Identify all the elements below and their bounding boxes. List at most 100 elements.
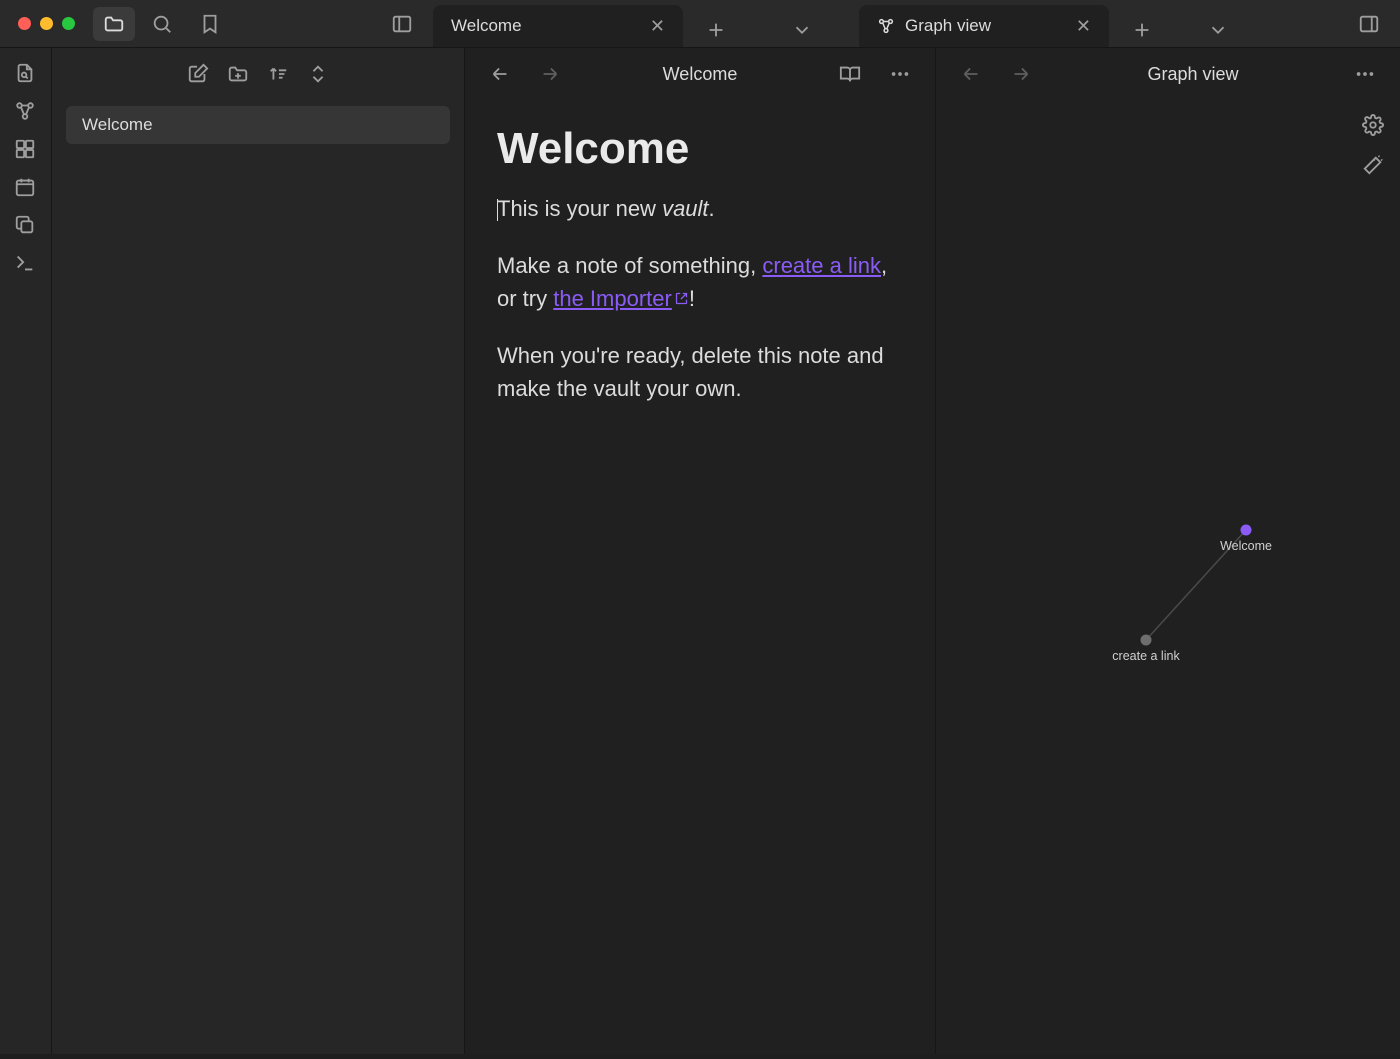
editor-pane-header: Welcome — [465, 48, 935, 100]
new-tab-button[interactable] — [695, 13, 737, 47]
note-paragraph-1[interactable]: This is your new vault. — [497, 192, 903, 225]
internal-link-create-a-link[interactable]: create a link — [762, 253, 881, 278]
nav-forward-button[interactable] — [529, 57, 571, 91]
editor-pane: Welcome Welcome This is your new vault. … — [465, 48, 935, 1054]
new-tab-button[interactable] — [1121, 13, 1163, 47]
workspace-panes: Welcome Welcome This is your new vault. … — [465, 48, 1400, 1054]
file-explorer-toolbar — [52, 48, 464, 100]
nav-back-button[interactable] — [950, 57, 992, 91]
editor-pane-title[interactable]: Welcome — [581, 64, 819, 85]
graph-pane: Graph view Welcome create a link — [935, 48, 1400, 1054]
graph-filters-button[interactable] — [1362, 154, 1386, 178]
create-canvas-button[interactable] — [14, 138, 38, 162]
more-options-button[interactable] — [1344, 57, 1386, 91]
arrow-left-icon — [489, 63, 511, 85]
graph-pane-header: Graph view — [936, 48, 1400, 100]
graph-node-label: create a link — [1112, 649, 1180, 663]
collapse-all-button[interactable] — [307, 63, 329, 85]
command-palette-button[interactable] — [14, 252, 38, 276]
tab-close-button[interactable]: ✕ — [1072, 16, 1095, 37]
pen-square-icon — [187, 63, 209, 85]
tab-group-right: Graph view ✕ — [859, 0, 1245, 47]
file-search-icon — [14, 62, 36, 84]
open-graph-view-button[interactable] — [14, 100, 38, 124]
minimize-window-button[interactable] — [40, 17, 53, 30]
reading-view-toggle[interactable] — [829, 57, 871, 91]
tab-list-dropdown[interactable] — [1197, 13, 1239, 47]
note-title[interactable]: Welcome — [497, 124, 903, 174]
tab-close-button[interactable]: ✕ — [646, 16, 669, 37]
graph-pane-title: Graph view — [1052, 64, 1334, 85]
graph-node-label: Welcome — [1220, 539, 1272, 553]
nav-forward-button[interactable] — [1000, 57, 1042, 91]
quick-switcher-button[interactable] — [14, 62, 38, 86]
nav-back-button[interactable] — [479, 57, 521, 91]
tab-list-dropdown[interactable] — [781, 13, 823, 47]
graph-canvas[interactable]: Welcome create a link — [936, 100, 1400, 1054]
tab-graph-view[interactable]: Graph view ✕ — [859, 5, 1109, 47]
external-link-icon — [674, 282, 689, 315]
templates-button[interactable] — [14, 214, 38, 238]
window-controls — [0, 17, 93, 30]
new-folder-button[interactable] — [227, 63, 249, 85]
folder-plus-icon — [227, 63, 249, 85]
graph-icon — [14, 100, 36, 122]
arrow-left-icon — [960, 63, 982, 85]
file-item-label: Welcome — [82, 115, 153, 134]
tab-group-left-actions — [689, 13, 829, 47]
folder-icon — [103, 13, 125, 35]
titlebar-right-actions — [1338, 7, 1400, 41]
graph-icon — [877, 17, 895, 35]
graph-node-create-a-link[interactable] — [1141, 635, 1152, 646]
bookmark-icon — [199, 13, 221, 35]
sidebar-left-icon — [391, 13, 413, 35]
tab-group-right-actions — [1115, 13, 1245, 47]
plus-icon — [705, 19, 727, 41]
sidebar-right-icon — [1358, 13, 1380, 35]
graph-settings-button[interactable] — [1362, 114, 1386, 138]
tab-welcome[interactable]: Welcome ✕ — [433, 5, 683, 47]
new-note-button[interactable] — [187, 63, 209, 85]
tab-title: Welcome — [451, 16, 636, 36]
plus-icon — [1131, 19, 1153, 41]
search-icon — [151, 13, 173, 35]
search-tab-button[interactable] — [141, 7, 183, 41]
titlebar: Welcome ✕ Graph view ✕ — [0, 0, 1400, 48]
graph-svg[interactable]: Welcome create a link — [936, 100, 1400, 1054]
note-paragraph-2[interactable]: Make a note of something, create a link,… — [497, 249, 903, 315]
wand-icon — [1362, 154, 1384, 176]
titlebar-left-actions — [93, 7, 231, 41]
copy-icon — [14, 214, 36, 236]
file-list: Welcome — [52, 100, 464, 150]
tab-title: Graph view — [905, 16, 1062, 36]
collapse-sidebar-button[interactable] — [381, 7, 423, 41]
more-horizontal-icon — [1354, 63, 1376, 85]
close-window-button[interactable] — [18, 17, 31, 30]
calendar-icon — [14, 176, 36, 198]
gear-icon — [1362, 114, 1384, 136]
terminal-icon — [14, 252, 36, 274]
files-tab-button[interactable] — [93, 7, 135, 41]
chevron-down-icon — [791, 19, 813, 41]
collapse-right-sidebar-button[interactable] — [1348, 7, 1390, 41]
chevron-down-icon — [1207, 19, 1229, 41]
bookmarks-tab-button[interactable] — [189, 7, 231, 41]
sort-button[interactable] — [267, 63, 289, 85]
tab-group-left: Welcome ✕ — [433, 0, 829, 47]
canvas-icon — [14, 138, 36, 160]
file-item-welcome[interactable]: Welcome — [66, 106, 450, 144]
more-horizontal-icon — [889, 63, 911, 85]
note-paragraph-3[interactable]: When you're ready, delete this note and … — [497, 339, 903, 405]
ribbon — [0, 48, 52, 1054]
note-editor[interactable]: Welcome This is your new vault. Make a n… — [465, 100, 935, 1054]
main: Welcome Welcome — [0, 48, 1400, 1054]
arrow-right-icon — [1010, 63, 1032, 85]
arrow-right-icon — [539, 63, 561, 85]
file-explorer: Welcome — [52, 48, 465, 1054]
daily-note-button[interactable] — [14, 176, 38, 200]
maximize-window-button[interactable] — [62, 17, 75, 30]
book-open-icon — [839, 63, 861, 85]
external-link-the-importer[interactable]: the Importer — [553, 286, 689, 311]
graph-node-welcome[interactable] — [1241, 525, 1252, 536]
more-options-button[interactable] — [879, 57, 921, 91]
